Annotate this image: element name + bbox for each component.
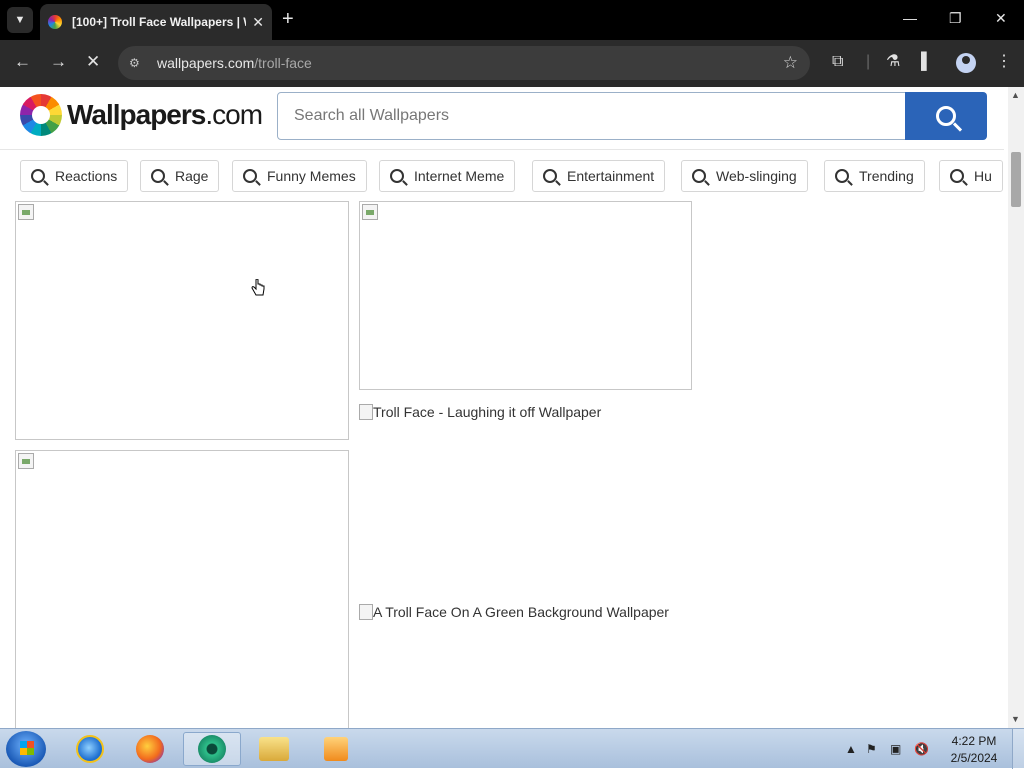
windows-taskbar: ▲ ⚑ ▣ 🔇 4:22 PM 2/5/2024 — [0, 728, 1024, 769]
chip-label: Web-slinging — [716, 168, 797, 184]
favicon-icon — [48, 15, 62, 29]
chip-internet-meme[interactable]: Internet Meme — [379, 160, 516, 192]
image-alt-text: A Troll Face On A Green Background Wallp… — [373, 604, 669, 620]
search-icon — [151, 169, 165, 183]
chip-label: Reactions — [55, 168, 118, 184]
wallpaper-image-card[interactable] — [15, 450, 349, 728]
tab-strip: ▼ [100+] Troll Face Wallpapers | W ✕ + —… — [0, 0, 1024, 40]
wallpaper-link[interactable]: Troll Face - Laughing it off Wallpaper — [359, 404, 601, 420]
taskbar-internet-explorer[interactable] — [61, 732, 119, 766]
stop-loading-icon[interactable]: ✕ — [86, 52, 100, 72]
scrollbar-thumb[interactable] — [1011, 152, 1021, 207]
network-icon[interactable]: ▣ — [890, 742, 901, 756]
site-info-icon[interactable]: ⚙ — [129, 56, 145, 70]
wallpaper-image-card[interactable] — [15, 201, 349, 440]
search-icon — [835, 169, 849, 183]
browser-app-icon — [198, 735, 226, 763]
folder-icon — [259, 737, 289, 761]
internet-explorer-icon — [76, 735, 104, 763]
broken-image-icon — [18, 453, 34, 469]
search-button[interactable] — [905, 92, 987, 140]
chip-trending[interactable]: Trending — [824, 160, 925, 192]
search-icon — [692, 169, 706, 183]
labs-flask-icon[interactable]: ⚗ — [886, 52, 900, 72]
chip-label: Internet Meme — [414, 168, 505, 184]
chip-humor[interactable]: Hu — [939, 160, 1003, 192]
search-icon — [543, 169, 557, 183]
windows-logo-icon — [20, 741, 34, 755]
search-input[interactable]: Search all Wallpapers — [277, 92, 907, 140]
search-icon — [243, 169, 257, 183]
web-page: Wallpapers.com Search all Wallpapers Rea… — [0, 87, 1024, 728]
address-bar[interactable]: ⚙ wallpapers.com/troll-face ☆ — [118, 46, 810, 80]
forward-arrow-icon[interactable]: → — [50, 52, 67, 72]
show-desktop-button[interactable] — [1012, 729, 1024, 769]
taskbar-chrome-active[interactable] — [183, 732, 241, 766]
scroll-up-arrow-icon[interactable]: ▲ — [1011, 90, 1020, 100]
logo-main: Wallpapers — [67, 99, 206, 130]
chip-label: Rage — [175, 168, 209, 184]
minimize-icon[interactable]: — — [903, 10, 917, 26]
scroll-down-arrow-icon[interactable]: ▼ — [1011, 714, 1020, 724]
menu-dots-icon[interactable]: ⋮ — [996, 52, 1012, 72]
search-icon — [950, 169, 964, 183]
clock-time[interactable]: 4:22 PM — [946, 734, 1002, 748]
back-arrow-icon[interactable]: ← — [14, 52, 31, 72]
broken-image-icon — [359, 404, 373, 420]
action-center-flag-icon[interactable]: ⚑ — [866, 742, 877, 756]
clock-date[interactable]: 2/5/2024 — [946, 751, 1002, 765]
browser-toolbar: ← → ✕ ⚙ wallpapers.com/troll-face ☆ ⧉ | … — [0, 40, 1024, 87]
site-logo[interactable]: Wallpapers.com — [67, 99, 263, 131]
wallpapers-logo-icon[interactable] — [20, 94, 62, 136]
firefox-icon — [136, 735, 164, 763]
chip-web-slinging[interactable]: Web-slinging — [681, 160, 808, 192]
chip-label: Entertainment — [567, 168, 655, 184]
media-player-icon — [324, 737, 348, 761]
chip-label: Trending — [859, 168, 914, 184]
chip-funny-memes[interactable]: Funny Memes — [232, 160, 367, 192]
tab-search-button[interactable]: ▼ — [7, 7, 33, 33]
extensions-icon[interactable]: ⧉ — [832, 52, 843, 72]
taskbar-firefox[interactable] — [121, 732, 179, 766]
side-panel-icon[interactable]: ▌ — [921, 52, 932, 72]
url-domain: wallpapers.com — [157, 55, 255, 71]
hand-cursor-icon — [251, 279, 265, 296]
logo-suffix: .com — [205, 99, 263, 130]
chip-reactions[interactable]: Reactions — [20, 160, 129, 192]
search-icon — [936, 106, 956, 126]
broken-image-icon — [18, 204, 34, 220]
chip-label: Funny Memes — [267, 168, 356, 184]
tag-chip-row: Reactions Rage Funny Memes Internet Meme… — [0, 149, 1004, 203]
volume-muted-icon[interactable]: 🔇 — [914, 742, 929, 756]
tab-title: [100+] Troll Face Wallpapers | W — [72, 15, 247, 29]
new-tab-button[interactable]: + — [282, 9, 294, 29]
show-hidden-icons-icon[interactable]: ▲ — [845, 742, 857, 756]
broken-image-icon — [362, 204, 378, 220]
close-icon[interactable]: ✕ — [252, 14, 264, 31]
image-alt-text: Troll Face - Laughing it off Wallpaper — [373, 404, 602, 420]
bookmark-star-icon[interactable]: ☆ — [783, 53, 798, 73]
url-text[interactable]: wallpapers.com/troll-face — [157, 55, 312, 71]
start-button[interactable] — [6, 731, 46, 767]
search-icon — [31, 169, 45, 183]
broken-image-icon — [359, 604, 373, 620]
taskbar-media-player[interactable] — [307, 732, 365, 766]
separator: | — [866, 53, 871, 70]
chip-label: Hu — [974, 168, 992, 184]
wallpaper-link[interactable]: A Troll Face On A Green Background Wallp… — [359, 604, 669, 620]
taskbar-file-explorer[interactable] — [245, 732, 303, 766]
wallpaper-image-card[interactable] — [359, 201, 692, 390]
chip-entertainment[interactable]: Entertainment — [532, 160, 666, 192]
restore-icon[interactable]: ❐ — [949, 10, 962, 27]
chevron-down-icon: ▼ — [14, 14, 26, 26]
search-icon — [390, 169, 404, 183]
url-path: /troll-face — [254, 55, 312, 71]
chip-rage[interactable]: Rage — [140, 160, 220, 192]
active-tab[interactable]: [100+] Troll Face Wallpapers | W ✕ — [40, 4, 272, 40]
profile-avatar-icon[interactable] — [956, 53, 976, 73]
close-window-icon[interactable]: ✕ — [995, 10, 1007, 27]
